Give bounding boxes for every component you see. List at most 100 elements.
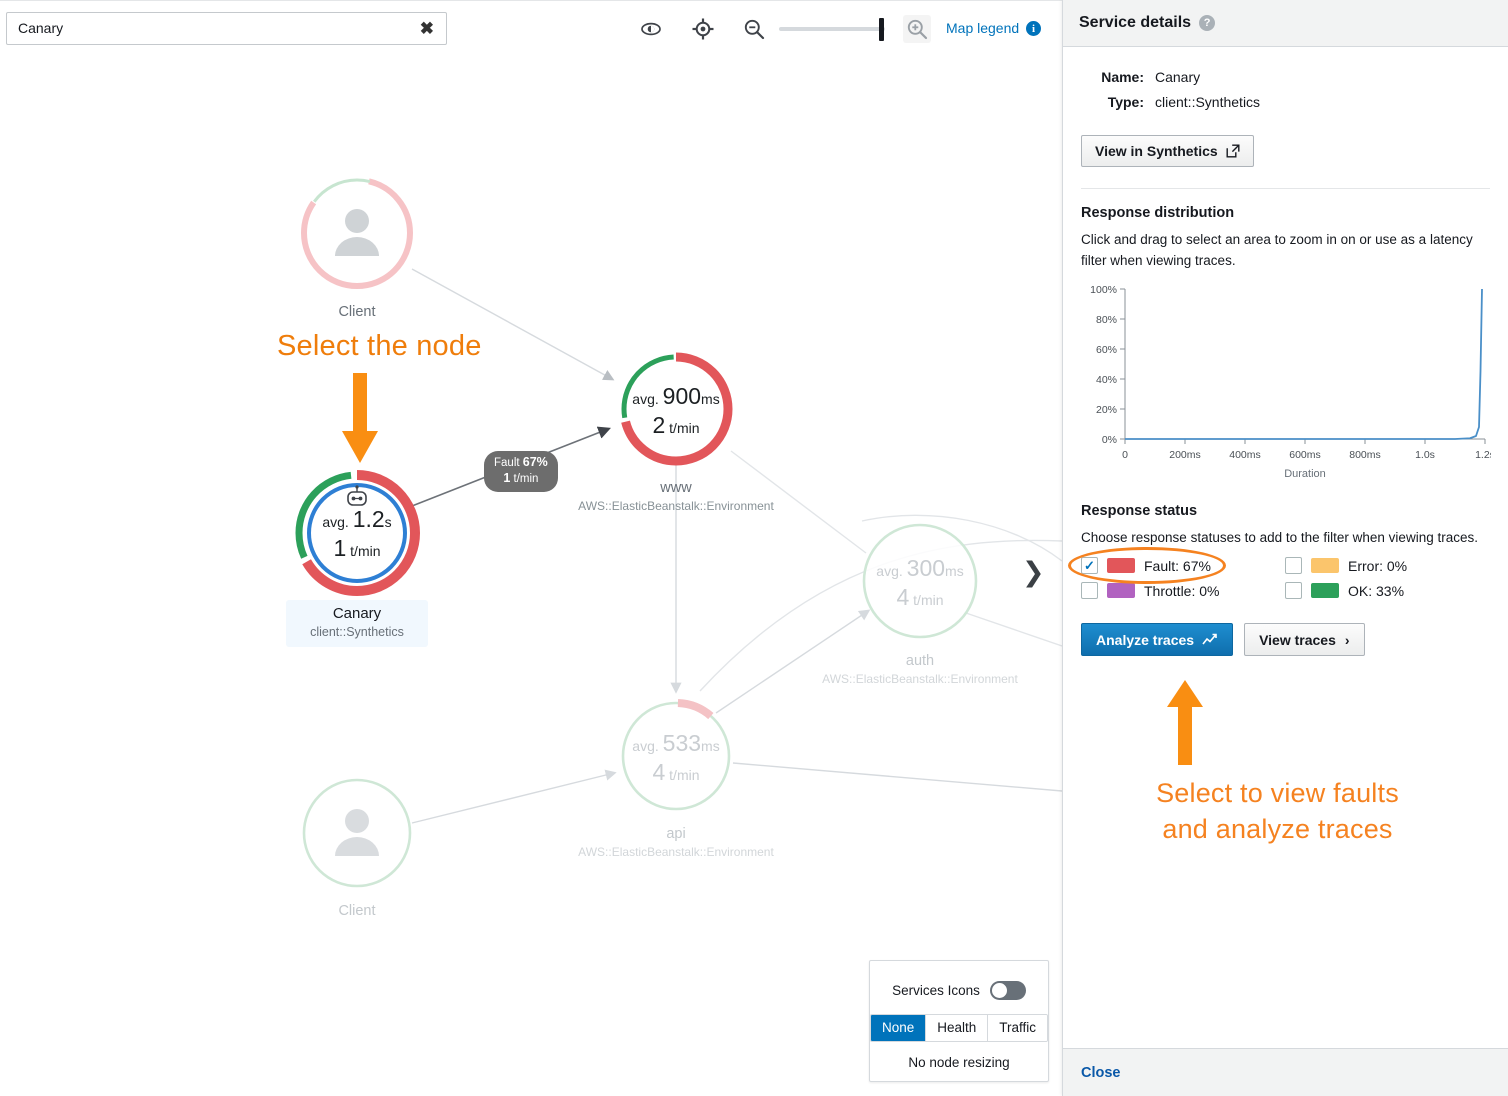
response-status-description: Choose response statuses to add to the f… [1081,527,1490,548]
zoom-slider-thumb[interactable] [879,18,884,41]
segment-traffic[interactable]: Traffic [988,1015,1047,1041]
svg-text:0%: 0% [1102,434,1117,446]
type-value: client::Synthetics [1155,94,1260,110]
svg-text:1.0s: 1.0s [1415,449,1435,461]
view-in-synthetics-label: View in Synthetics [1095,143,1218,159]
zoom-slider[interactable] [779,15,889,43]
zoom-in-icon[interactable] [903,15,931,43]
name-key: Name: [1081,69,1144,85]
name-value: Canary [1155,69,1200,85]
close-button[interactable]: Close [1081,1065,1121,1081]
annotation-arrow-up [1163,680,1213,765]
svg-text:20%: 20% [1096,404,1117,416]
error-label: Error: 0% [1348,558,1407,574]
detail-row-name: Name: Canary [1081,69,1490,85]
map-node-www [624,357,728,461]
map-node-client-bottom [304,780,410,886]
annotation-line-1: Select to view faults [1105,775,1450,811]
response-distribution-title: Response distribution [1081,205,1490,221]
analyze-traces-label: Analyze traces [1096,632,1194,648]
view-in-synthetics-button[interactable]: View in Synthetics [1081,135,1254,167]
services-icons-label: Services Icons [892,983,980,998]
map-node-api [623,703,729,809]
ok-color-swatch [1311,583,1339,598]
external-link-icon [1226,144,1240,158]
type-key: Type: [1081,94,1144,110]
annotation-arrow-down [340,373,380,468]
error-color-swatch [1311,558,1339,573]
status-item-error[interactable]: Error: 0% [1285,557,1489,574]
map-legend-link[interactable]: Map legend [946,20,1019,36]
svg-text:1.2s: 1.2s [1475,449,1491,461]
status-item-fault[interactable]: ✓ Fault: 67% [1081,557,1285,574]
zoom-slider-track[interactable] [779,27,885,31]
panel-body: Name: Canary Type: client::Synthetics Vi… [1063,47,1508,656]
search-input[interactable]: Canary ✖ [6,12,447,45]
svg-text:800ms: 800ms [1349,449,1381,461]
response-distribution-chart[interactable]: 0%20%40%60%80%100%0200ms400ms600ms800ms1… [1081,281,1491,481]
annotation-select-node: Select the node [277,330,482,363]
view-traces-button[interactable]: View traces › [1244,623,1364,656]
map-node-canary [299,475,415,591]
svg-text:60%: 60% [1096,344,1117,356]
divider [1081,188,1490,189]
services-icons-toggle[interactable] [990,981,1026,1000]
analyze-traces-button[interactable]: Analyze traces [1081,623,1233,656]
node-resizing-note: No node resizing [908,1055,1009,1070]
response-distribution-description: Click and drag to select an area to zoom… [1081,229,1490,271]
response-status-section: Response status Choose response statuses… [1081,503,1490,656]
services-icons-row[interactable]: Services Icons [892,981,1026,1000]
annotation-analyze-traces: Select to view faults and analyze traces [1105,775,1450,847]
status-item-ok[interactable]: OK: 33% [1285,582,1489,599]
status-item-throttle[interactable]: Throttle: 0% [1081,582,1285,599]
edge-fault-prefix: Fault [494,457,523,469]
eye-icon[interactable] [637,15,665,43]
map-node-auth [864,525,976,637]
service-details-panel: Service details ? Name: Canary Type: cli… [1062,0,1508,1096]
response-status-title: Response status [1081,503,1490,519]
node-sizing-segmented-control[interactable]: None Health Traffic [870,1014,1048,1042]
svg-text:400ms: 400ms [1229,449,1261,461]
svg-text:Duration: Duration [1284,468,1326,480]
panel-header: Service details ? [1063,0,1508,47]
svg-text:0: 0 [1122,449,1128,461]
service-map-canvas[interactable]: Canary ✖ [0,0,1062,1096]
chevron-right-icon: › [1345,632,1350,648]
search-input-value[interactable]: Canary [18,13,416,44]
error-checkbox[interactable] [1285,557,1302,574]
map-toolbar: Canary ✖ [0,1,1062,57]
action-row: Analyze traces View traces › [1081,623,1490,656]
collapse-panel-chevron-icon[interactable]: ❯ [1022,559,1045,586]
fault-checkbox[interactable]: ✓ [1081,557,1098,574]
map-node-client-top [304,180,410,286]
toggle-knob [992,983,1007,998]
info-icon[interactable]: i [1026,21,1041,36]
help-icon[interactable]: ? [1199,15,1215,31]
throttle-color-swatch [1107,583,1135,598]
segment-health[interactable]: Health [926,1015,988,1041]
svg-text:40%: 40% [1096,374,1117,386]
service-map-graph [0,1,1062,1096]
segment-none[interactable]: None [871,1015,926,1041]
throttle-checkbox[interactable] [1081,582,1098,599]
svg-text:600ms: 600ms [1289,449,1321,461]
ok-checkbox[interactable] [1285,582,1302,599]
edge-badge-fault[interactable]: Fault 67% 1 t/min [484,451,558,492]
annotation-line-2: and analyze traces [1105,811,1450,847]
map-controls-panel[interactable]: Services Icons None Health Traffic No no… [869,960,1049,1082]
view-traces-label: View traces [1259,632,1336,648]
ok-label: OK: 33% [1348,583,1404,599]
focus-target-icon[interactable] [689,15,717,43]
zoom-out-icon[interactable] [740,15,768,43]
detail-row-type: Type: client::Synthetics [1081,94,1490,110]
svg-text:200ms: 200ms [1169,449,1201,461]
svg-text:100%: 100% [1090,284,1117,296]
fault-color-swatch [1107,558,1135,573]
edge-rate-unit: t/min [510,473,538,485]
panel-title: Service details [1079,14,1191,32]
response-status-grid: ✓ Fault: 67% Error: 0% Throttle: 0% [1081,557,1490,599]
edge-fault-value: 67% [523,455,548,469]
throttle-label: Throttle: 0% [1144,583,1219,599]
search-clear-icon[interactable]: ✖ [416,20,438,37]
line-chart-icon [1202,633,1218,647]
